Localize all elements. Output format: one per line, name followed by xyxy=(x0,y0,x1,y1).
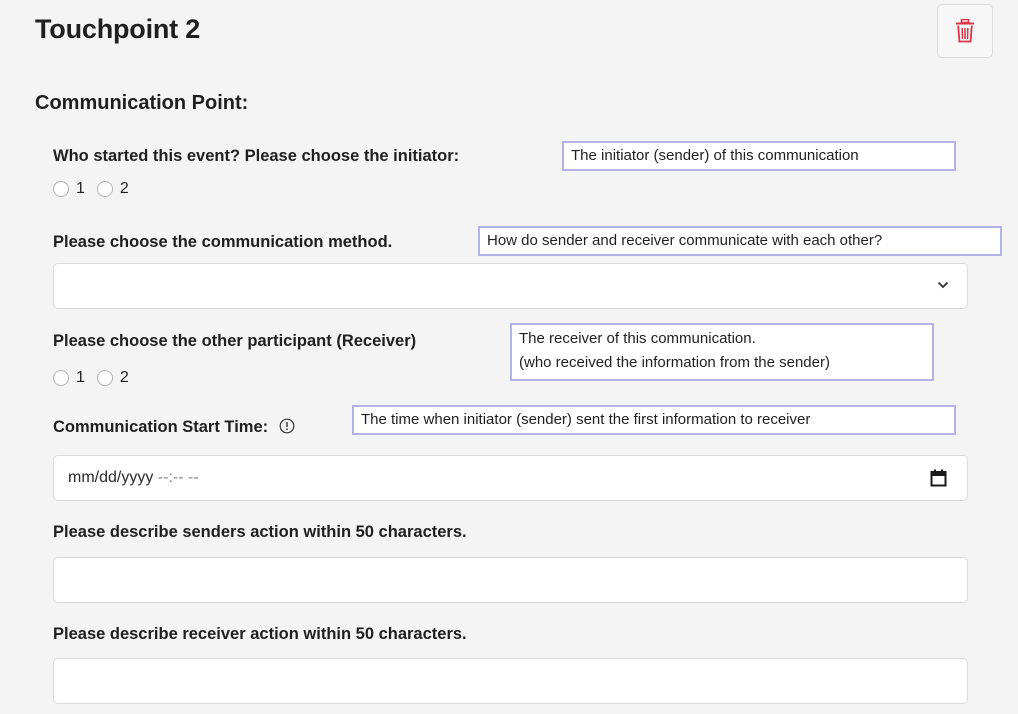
method-hint: How do sender and receiver communicate w… xyxy=(478,226,1002,256)
radio-circle[interactable] xyxy=(96,181,113,197)
receiver-radio-group: 1 2 xyxy=(53,369,141,387)
start-time-input[interactable]: mm/dd/yyyy --:-- -- xyxy=(53,455,968,501)
receiver-option-1[interactable]: 1 xyxy=(53,369,85,387)
initiator-label: Who started this event? Please choose th… xyxy=(53,147,460,165)
sender-action-input[interactable] xyxy=(53,557,968,603)
receiver-hint-line-2: (who received the information from the s… xyxy=(519,354,830,371)
method-select[interactable] xyxy=(53,263,968,309)
start-time-label-row: Communication Start Time: xyxy=(53,418,295,437)
time-placeholder: --:-- -- xyxy=(157,469,199,486)
method-label: Please choose the communication method. xyxy=(53,233,393,251)
initiator-radio-group: 1 2 xyxy=(53,180,141,198)
calendar-icon[interactable] xyxy=(930,469,947,487)
page-title: Touchpoint 2 xyxy=(35,14,201,44)
receiver-hint-line-1: The receiver of this communication. xyxy=(519,330,756,347)
start-time-hint: The time when initiator (sender) sent th… xyxy=(352,405,956,435)
receiver-action-input[interactable] xyxy=(53,658,968,704)
radio-circle[interactable] xyxy=(53,370,69,386)
radio-circle[interactable] xyxy=(96,370,113,386)
radio-label: 2 xyxy=(119,180,129,197)
radio-circle[interactable] xyxy=(53,181,69,197)
radio-label: 2 xyxy=(119,369,129,386)
date-placeholder: mm/dd/yyyy xyxy=(68,469,154,486)
start-time-placeholder: mm/dd/yyyy --:-- -- xyxy=(68,469,199,487)
receiver-hint: The receiver of this communication. (who… xyxy=(510,323,934,381)
initiator-hint: The initiator (sender) of this communica… xyxy=(562,141,956,171)
sender-action-label: Please describe senders action within 50… xyxy=(53,523,467,541)
chevron-down-icon xyxy=(937,281,949,289)
delete-touchpoint-button[interactable] xyxy=(937,4,993,58)
receiver-action-label: Please describe receiver action within 5… xyxy=(53,625,467,643)
initiator-option-1[interactable]: 1 xyxy=(53,180,85,198)
receiver-option-2[interactable]: 2 xyxy=(96,369,129,387)
info-icon[interactable] xyxy=(279,418,295,434)
initiator-option-2[interactable]: 2 xyxy=(96,180,129,198)
radio-label: 1 xyxy=(76,180,85,197)
section-heading: Communication Point: xyxy=(35,92,249,114)
receiver-label: Please choose the other participant (Rec… xyxy=(53,332,417,350)
trash-icon xyxy=(956,19,974,43)
radio-label: 1 xyxy=(76,369,85,386)
start-time-label: Communication Start Time: xyxy=(53,418,269,436)
